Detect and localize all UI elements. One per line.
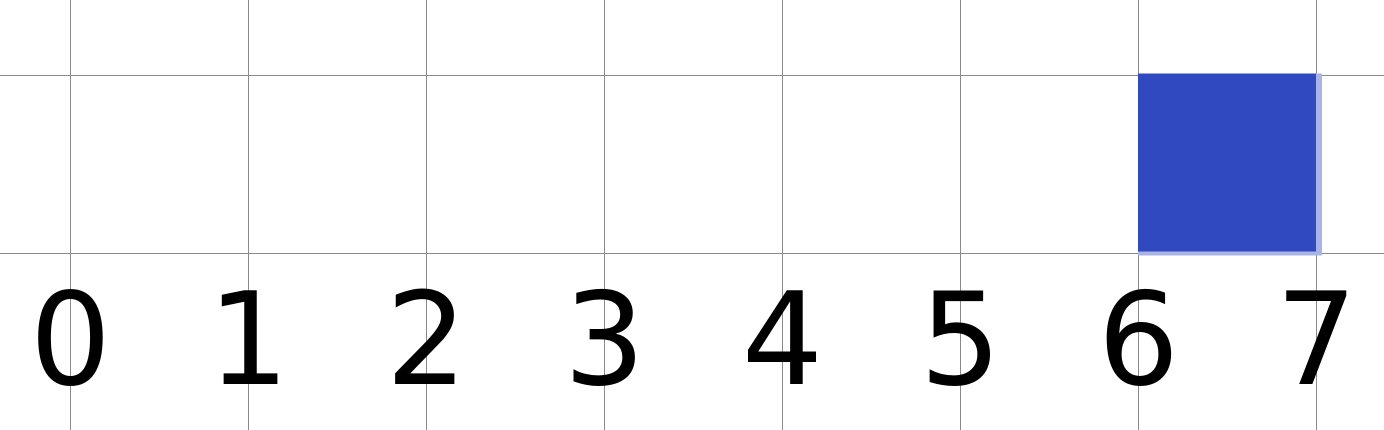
column-label-7: 7 [1276, 266, 1357, 415]
column-label-2: 2 [386, 266, 467, 415]
column-label-3: 3 [564, 266, 645, 415]
column-labels: 01234567 [30, 266, 1357, 415]
column-label-4: 4 [742, 266, 823, 415]
column-label-0: 0 [30, 266, 111, 415]
grid-canvas[interactable]: 01234567 [0, 0, 1384, 430]
column-label-5: 5 [920, 266, 1001, 415]
grid-svg: 01234567 [0, 0, 1384, 430]
grid-cells [1138, 73, 1322, 256]
column-label-1: 1 [208, 266, 289, 415]
filled-cell[interactable] [1138, 73, 1316, 252]
column-label-6: 6 [1098, 266, 1179, 415]
